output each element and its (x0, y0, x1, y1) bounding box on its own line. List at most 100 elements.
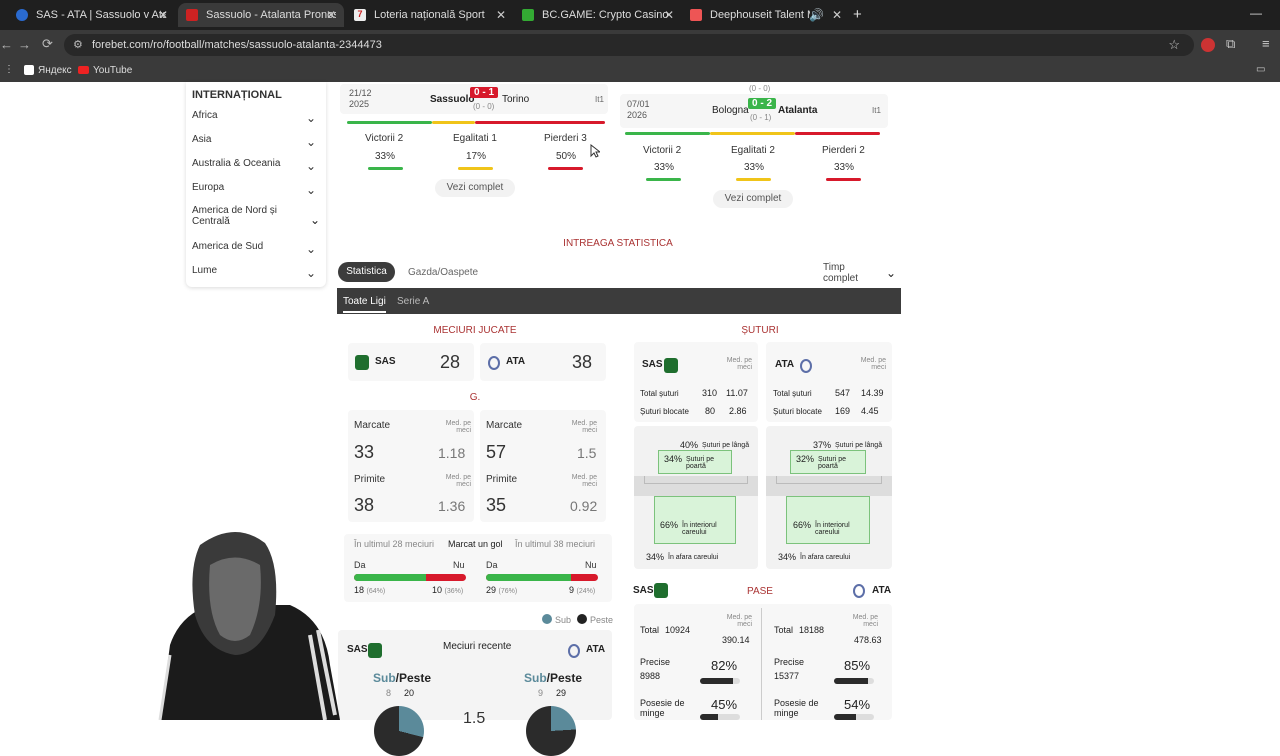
see-all-button[interactable]: Vezi complet (435, 179, 515, 197)
close-tab-icon[interactable]: ✕ (326, 8, 336, 22)
period-select[interactable]: Timp complet (823, 262, 878, 284)
speaker-icon[interactable]: 🔊 (809, 8, 824, 22)
away-possession-bar (834, 714, 874, 720)
sidebar-item-australia[interactable]: Australia & Oceania ⌄ (192, 158, 320, 173)
draws-label: Egalitati 1 (453, 133, 497, 144)
sassuolo-crest-icon (664, 358, 678, 374)
home-shots-card: SAS Med. pe meci Total șuturi 310 11.07 … (634, 342, 758, 422)
sidebar-item-europa[interactable]: Europa ⌄ (192, 182, 320, 197)
browser-tab[interactable]: SAS - ATA | Sassuolo v Atalanta ✕ (8, 3, 176, 27)
away-matches-card: ATA 38 (480, 343, 606, 381)
tab-all-leagues[interactable]: Toate Ligi (343, 296, 386, 313)
atalanta-crest-icon (568, 643, 580, 658)
atalanta-crest-icon (488, 355, 500, 370)
atalanta-crest-icon (800, 358, 812, 373)
away-shots-pitch: 37% Șuturi pe lângă 32% Șuturi pe poartă… (766, 426, 892, 569)
chevron-down-icon: ⌄ (305, 242, 316, 256)
sidebar-item-asia[interactable]: Asia ⌄ (192, 134, 320, 149)
chevron-down-icon: ⌄ (305, 266, 316, 280)
streamer-webcam-overlay (158, 531, 340, 720)
sidebar-title: INTERNAȚIONAL (192, 89, 282, 101)
score-badge: 0 - 2 (748, 98, 777, 109)
under-dot-icon (542, 614, 552, 624)
close-tab-icon[interactable]: ✕ (832, 8, 842, 22)
score-badge: 0 - 1 (470, 87, 499, 98)
chevron-down-icon[interactable]: ⌄ (886, 266, 896, 280)
see-all-button[interactable]: Vezi complet (713, 190, 793, 208)
form-bar-win (347, 121, 432, 124)
match-row-left[interactable]: 21/12 2025 Sassuolo 0 - 1 (0 - 0) Torino… (340, 84, 608, 114)
home-matches-card: SAS 28 (348, 343, 474, 381)
url-field[interactable]: ⚙ forebet.com/ro/football/matches/sassuo… (64, 34, 1194, 56)
youtube-icon (78, 66, 89, 74)
new-tab-icon[interactable]: + (853, 6, 862, 23)
tab-home-away[interactable]: Gazda/Oaspete (408, 267, 478, 278)
sassuolo-crest-icon (654, 583, 668, 599)
chevron-down-icon: ⌄ (305, 183, 316, 197)
home-precise-bar (700, 678, 740, 684)
tab-favicon-icon: 7 (354, 9, 366, 21)
chevron-down-icon: ⌄ (305, 111, 316, 125)
browser-tab[interactable]: Deephouseit Talent Mix - dj 🔊 ✕ (682, 3, 850, 27)
shots-title: ȘUTURI (741, 325, 779, 336)
away-shots-card: ATA Med. pe meci Total șuturi 547 14.39 … (766, 342, 892, 422)
form-bar-loss (475, 121, 605, 124)
home-possession-bar (700, 714, 740, 720)
sidebar-item-africa[interactable]: Africa ⌄ (192, 110, 320, 125)
recent-matches-card: SAS Meciuri recente ATA Sub/Peste 8 20 S… (338, 630, 612, 756)
back-icon[interactable]: ← (0, 37, 13, 52)
tab-serie-a[interactable]: Serie A (397, 296, 429, 307)
bookmarks-bar: ⋮ Яндекс YouTube ▭ (0, 60, 1280, 82)
sassuolo-crest-icon (355, 355, 369, 371)
home-goals-card: Marcate Med. pe meci 33 1.18 Primite Med… (348, 410, 474, 522)
chevron-down-icon[interactable]: ⌄ (310, 213, 320, 227)
chevron-down-icon: ⌄ (305, 135, 316, 149)
losses-label: Pierderi 3 (544, 133, 587, 144)
over-dot-icon (577, 614, 587, 624)
browser-tab[interactable]: BC.GAME: Crypto Casino Games ✕ (514, 3, 682, 27)
form-bar-draw (432, 121, 475, 124)
passes-title: PASE (747, 586, 773, 597)
profile-avatar[interactable] (1201, 38, 1215, 52)
site-info-icon[interactable]: ⚙ (73, 34, 83, 56)
bookmark-star-icon[interactable]: ☆ (1168, 34, 1180, 56)
close-tab-icon[interactable]: ✕ (158, 8, 168, 22)
sidebar-item-south-america[interactable]: America de Sud ⌄ (192, 241, 320, 256)
apps-icon[interactable]: ⋮ (4, 64, 14, 75)
home-under-over-donut (374, 706, 424, 756)
sidebar-item-world[interactable]: Lume ⌄ (192, 265, 320, 280)
sidebar-international: INTERNAȚIONAL Africa ⌄ Asia ⌄ Australia & … (186, 82, 326, 287)
wins-label: Victorii 2 (365, 133, 404, 144)
tab-favicon-icon (186, 9, 198, 21)
away-scored-bar (486, 574, 598, 581)
forward-icon[interactable]: → (18, 37, 31, 52)
extensions-icon[interactable]: ⧉ (1226, 36, 1235, 52)
league-tabs-bar: Toate Ligi Serie A (337, 288, 901, 314)
bookmark-youtube[interactable]: YouTube (93, 65, 132, 76)
stats-section-title: INTREAGA STATISTICA (563, 238, 673, 249)
away-under-over-donut (526, 706, 576, 756)
matches-played-title: MECIURI JUCATE (433, 325, 517, 336)
home-shots-pitch: 40% Șuturi pe lângă 34% Șuturi pe poartă… (634, 426, 758, 569)
browser-tab-active[interactable]: Sassuolo - Atalanta Pronosticuri ✕ (178, 3, 344, 27)
tab-strip: SAS - ATA | Sassuolo v Atalanta ✕ Sassuo… (0, 0, 1280, 30)
away-goals-card: Marcate Med. pe meci 57 1.5 Primite Med.… (480, 410, 606, 522)
all-bookmarks-folder-icon[interactable]: ▭ (1256, 64, 1265, 75)
passes-card: Total 10924 Med. pe meci 390.14 Precise … (634, 604, 892, 720)
yandex-icon (24, 65, 34, 75)
tab-statistica[interactable]: Statistica (338, 262, 395, 282)
tab-favicon-icon (522, 9, 534, 21)
bookmark-yandex[interactable]: Яндекс (38, 65, 72, 76)
match-row-right[interactable]: 07/01 2026 Bologna 0 - 2 (0 - 1) Atalant… (620, 94, 888, 128)
away-precise-bar (834, 678, 874, 684)
tab-favicon-icon (690, 9, 702, 21)
reload-icon[interactable]: ⟳ (42, 36, 53, 52)
menu-icon[interactable]: ≡ (1262, 36, 1270, 51)
goals-title: G. (469, 392, 481, 403)
close-tab-icon[interactable]: ✕ (496, 8, 506, 22)
mouse-cursor-icon (590, 144, 600, 158)
close-tab-icon[interactable]: ✕ (664, 8, 674, 22)
minimize-icon[interactable]: — (1250, 6, 1262, 20)
browser-tab[interactable]: 7 Loteria națională Sport ✕ (346, 3, 514, 27)
sidebar-item-north-america[interactable]: America de Nord și Centrală (192, 205, 292, 227)
